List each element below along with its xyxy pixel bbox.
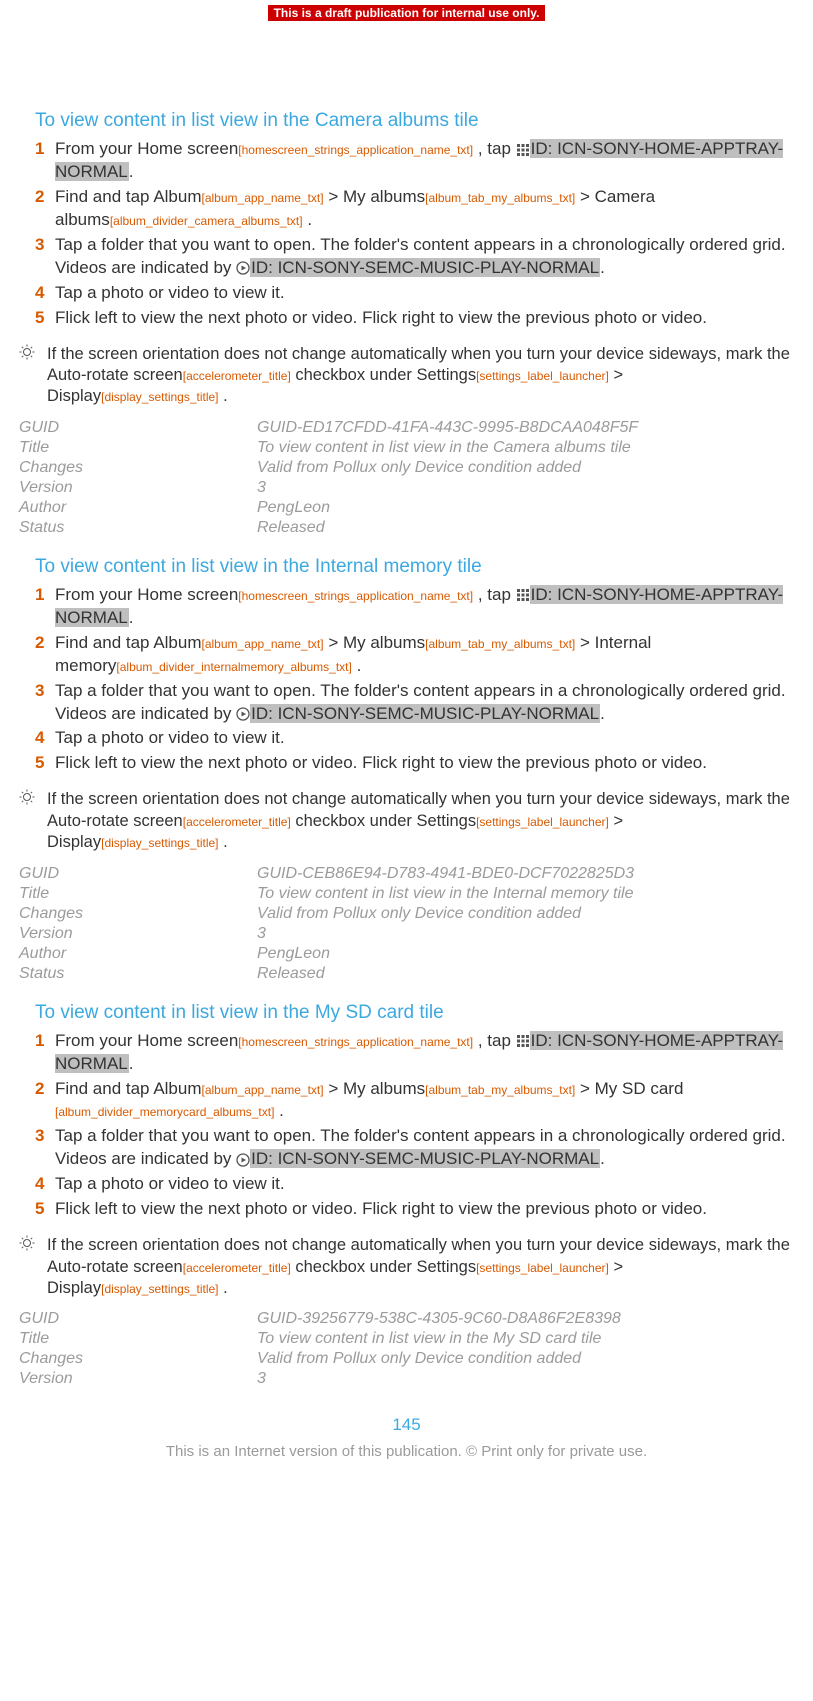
table-row: ChangesValid from Pollux only Device con… <box>15 458 798 478</box>
section-title: To view content in list view in the Came… <box>35 110 798 132</box>
step-item: 4Tap a photo or video to view it. <box>35 282 798 305</box>
steps-list: 1 From your Home screen[homescreen_strin… <box>35 138 798 330</box>
step-number: 2 <box>35 1078 55 1124</box>
table-row: TitleTo view content in list view in the… <box>15 884 798 904</box>
step-number: 3 <box>35 1125 55 1171</box>
table-row: GUIDGUID-39256779-538C-4305-9C60-D8A86F2… <box>15 1309 798 1329</box>
step-body: From your Home screen[homescreen_strings… <box>55 584 798 630</box>
meta-table: GUIDGUID-ED17CFDD-41FA-443C-9995-B8DCAA0… <box>15 418 798 538</box>
table-row: TitleTo view content in list view in the… <box>15 438 798 458</box>
play-circle-icon <box>236 1153 250 1167</box>
lightbulb-icon <box>15 789 47 853</box>
step-body: Tap a photo or video to view it. <box>55 727 798 750</box>
table-row: AuthorPengLeon <box>15 944 798 964</box>
tip-body: If the screen orientation does not chang… <box>47 344 798 408</box>
page-number: 145 <box>15 1415 798 1435</box>
step-body: Tap a photo or video to view it. <box>55 282 798 305</box>
step-item: 2 Find and tap Album[album_app_name_txt]… <box>35 1078 798 1124</box>
step-body: Flick left to view the next photo or vid… <box>55 752 798 775</box>
table-row: Version3 <box>15 924 798 944</box>
table-row: StatusReleased <box>15 964 798 984</box>
tip-row: If the screen orientation does not chang… <box>15 344 798 408</box>
step-number: 1 <box>35 138 55 184</box>
apps-grid-icon <box>516 1034 530 1048</box>
step-item: 4Tap a photo or video to view it. <box>35 1173 798 1196</box>
step-body: Tap a folder that you want to open. The … <box>55 680 798 726</box>
step-body: Flick left to view the next photo or vid… <box>55 307 798 330</box>
step-item: 3 Tap a folder that you want to open. Th… <box>35 1125 798 1171</box>
draft-banner: This is a draft publication for internal… <box>0 0 813 22</box>
step-number: 5 <box>35 307 55 330</box>
step-body: From your Home screen[homescreen_strings… <box>55 138 798 184</box>
table-row: ChangesValid from Pollux only Device con… <box>15 904 798 924</box>
id-badge: ID: ICN-SONY-SEMC-MUSIC-PLAY-NORMAL <box>250 258 600 277</box>
step-body: Find and tap Album[album_app_name_txt] >… <box>55 632 798 678</box>
step-number: 5 <box>35 752 55 775</box>
step-body: Tap a photo or video to view it. <box>55 1173 798 1196</box>
steps-list: 1 From your Home screen[homescreen_strin… <box>35 584 798 776</box>
step-body: Tap a folder that you want to open. The … <box>55 234 798 280</box>
step-item: 3 Tap a folder that you want to open. Th… <box>35 680 798 726</box>
step-item: 1 From your Home screen[homescreen_strin… <box>35 584 798 630</box>
draft-banner-text: This is a draft publication for internal… <box>268 5 546 21</box>
page-content: To view content in list view in the Came… <box>0 22 813 1470</box>
step-item: 1 From your Home screen[homescreen_strin… <box>35 138 798 184</box>
table-row: ChangesValid from Pollux only Device con… <box>15 1349 798 1369</box>
step-item: 5Flick left to view the next photo or vi… <box>35 752 798 775</box>
tip-row: If the screen orientation does not chang… <box>15 789 798 853</box>
step-body: Find and tap Album[album_app_name_txt] >… <box>55 186 798 232</box>
step-number: 5 <box>35 1198 55 1221</box>
section-title: To view content in list view in the My S… <box>35 1002 798 1024</box>
step-item: 2 Find and tap Album[album_app_name_txt]… <box>35 632 798 678</box>
id-badge: ID: ICN-SONY-SEMC-MUSIC-PLAY-NORMAL <box>250 1149 600 1168</box>
step-number: 3 <box>35 234 55 280</box>
apps-grid-icon <box>516 143 530 157</box>
step-item: 5Flick left to view the next photo or vi… <box>35 307 798 330</box>
table-row: TitleTo view content in list view in the… <box>15 1329 798 1349</box>
lightbulb-icon <box>15 1235 47 1299</box>
tip-row: If the screen orientation does not chang… <box>15 1235 798 1299</box>
step-number: 3 <box>35 680 55 726</box>
step-body: Find and tap Album[album_app_name_txt] >… <box>55 1078 798 1124</box>
step-item: 1 From your Home screen[homescreen_strin… <box>35 1030 798 1076</box>
step-item: 5Flick left to view the next photo or vi… <box>35 1198 798 1221</box>
meta-table: GUIDGUID-CEB86E94-D783-4941-BDE0-DCF7022… <box>15 864 798 984</box>
step-item: 4Tap a photo or video to view it. <box>35 727 798 750</box>
step-number: 2 <box>35 186 55 232</box>
step-body: Tap a folder that you want to open. The … <box>55 1125 798 1171</box>
table-row: GUIDGUID-CEB86E94-D783-4941-BDE0-DCF7022… <box>15 864 798 884</box>
id-badge: ID: ICN-SONY-SEMC-MUSIC-PLAY-NORMAL <box>250 704 600 723</box>
step-number: 2 <box>35 632 55 678</box>
play-circle-icon <box>236 707 250 721</box>
table-row: Version3 <box>15 1369 798 1389</box>
meta-table: GUIDGUID-39256779-538C-4305-9C60-D8A86F2… <box>15 1309 798 1389</box>
play-circle-icon <box>236 261 250 275</box>
steps-list: 1 From your Home screen[homescreen_strin… <box>35 1030 798 1222</box>
apps-grid-icon <box>516 588 530 602</box>
step-number: 4 <box>35 1173 55 1196</box>
step-item: 2 Find and tap Album[album_app_name_txt]… <box>35 186 798 232</box>
section-title: To view content in list view in the Inte… <box>35 556 798 578</box>
step-number: 4 <box>35 727 55 750</box>
table-row: AuthorPengLeon <box>15 498 798 518</box>
step-number: 1 <box>35 584 55 630</box>
step-item: 3 Tap a folder that you want to open. Th… <box>35 234 798 280</box>
step-body: From your Home screen[homescreen_strings… <box>55 1030 798 1076</box>
table-row: StatusReleased <box>15 518 798 538</box>
step-number: 4 <box>35 282 55 305</box>
table-row: GUIDGUID-ED17CFDD-41FA-443C-9995-B8DCAA0… <box>15 418 798 438</box>
table-row: Version3 <box>15 478 798 498</box>
lightbulb-icon <box>15 344 47 408</box>
tip-body: If the screen orientation does not chang… <box>47 1235 798 1299</box>
step-body: Flick left to view the next photo or vid… <box>55 1198 798 1221</box>
footer-note: This is an Internet version of this publ… <box>15 1443 798 1470</box>
step-number: 1 <box>35 1030 55 1076</box>
tip-body: If the screen orientation does not chang… <box>47 789 798 853</box>
